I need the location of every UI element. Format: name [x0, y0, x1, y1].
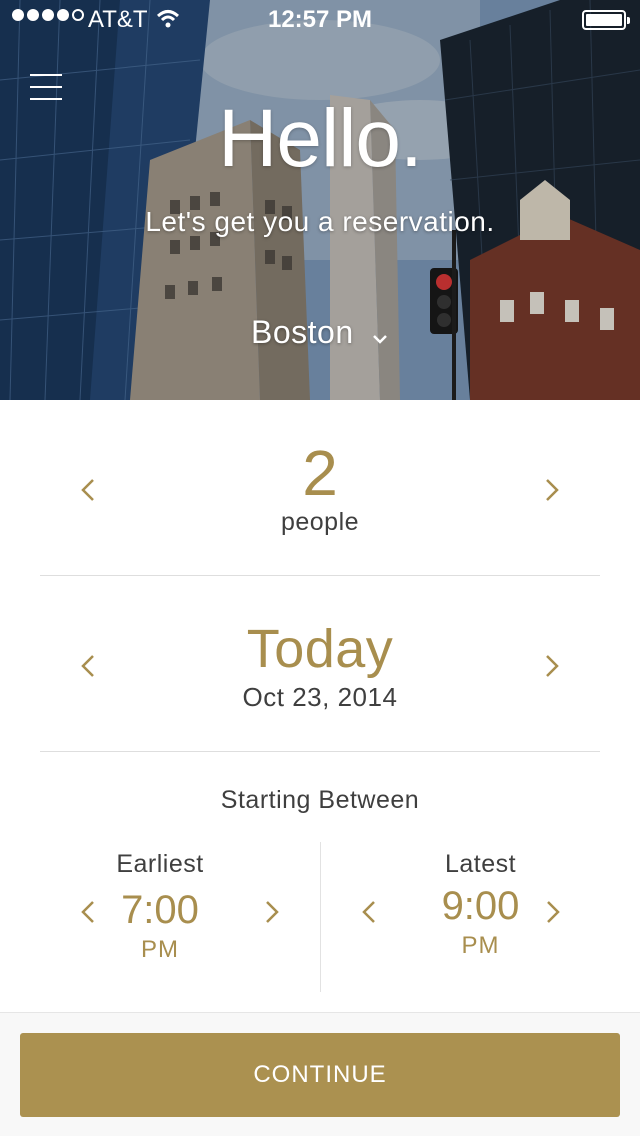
party-unit-label: people — [280, 508, 360, 536]
earliest-label: Earliest — [116, 850, 204, 878]
footer-bar: CONTINUE — [0, 1012, 640, 1136]
hero-banner: AT&T 12:57 PM Hello. Let's get you a res… — [0, 0, 640, 400]
latest-label: Latest — [444, 850, 517, 878]
latest-increase-chevron-right-icon[interactable] — [541, 898, 565, 926]
date-row: Today Oct 23, 2014 — [0, 576, 640, 752]
earliest-time-column: Earliest 7:00 PM — [0, 842, 320, 992]
greeting-subtitle: Let's get you a reservation. — [145, 206, 495, 237]
city-selector[interactable]: Boston — [220, 314, 420, 353]
status-bar: AT&T 12:57 PM — [0, 0, 640, 40]
battery-icon — [582, 10, 630, 30]
party-size-row: 2 people — [0, 400, 640, 576]
latest-time: 9:00 — [441, 884, 520, 928]
city-label: Boston — [250, 314, 354, 350]
earliest-period: PM — [141, 936, 179, 963]
latest-time-column: Latest 9:00 PM — [320, 842, 640, 992]
latest-period: PM — [461, 932, 500, 959]
divider — [40, 751, 600, 752]
continue-button[interactable]: CONTINUE — [20, 1033, 620, 1117]
time-window-heading: Starting Between — [220, 786, 420, 814]
status-time: 12:57 PM — [267, 6, 373, 33]
party-increase-chevron-right-icon[interactable] — [540, 476, 564, 504]
date-next-chevron-right-icon[interactable] — [540, 652, 564, 680]
chevron-down-icon — [371, 316, 389, 353]
earliest-increase-chevron-right-icon[interactable] — [260, 898, 284, 926]
date-full: Oct 23, 2014 — [242, 682, 398, 712]
greeting-title: Hello. — [218, 93, 423, 184]
